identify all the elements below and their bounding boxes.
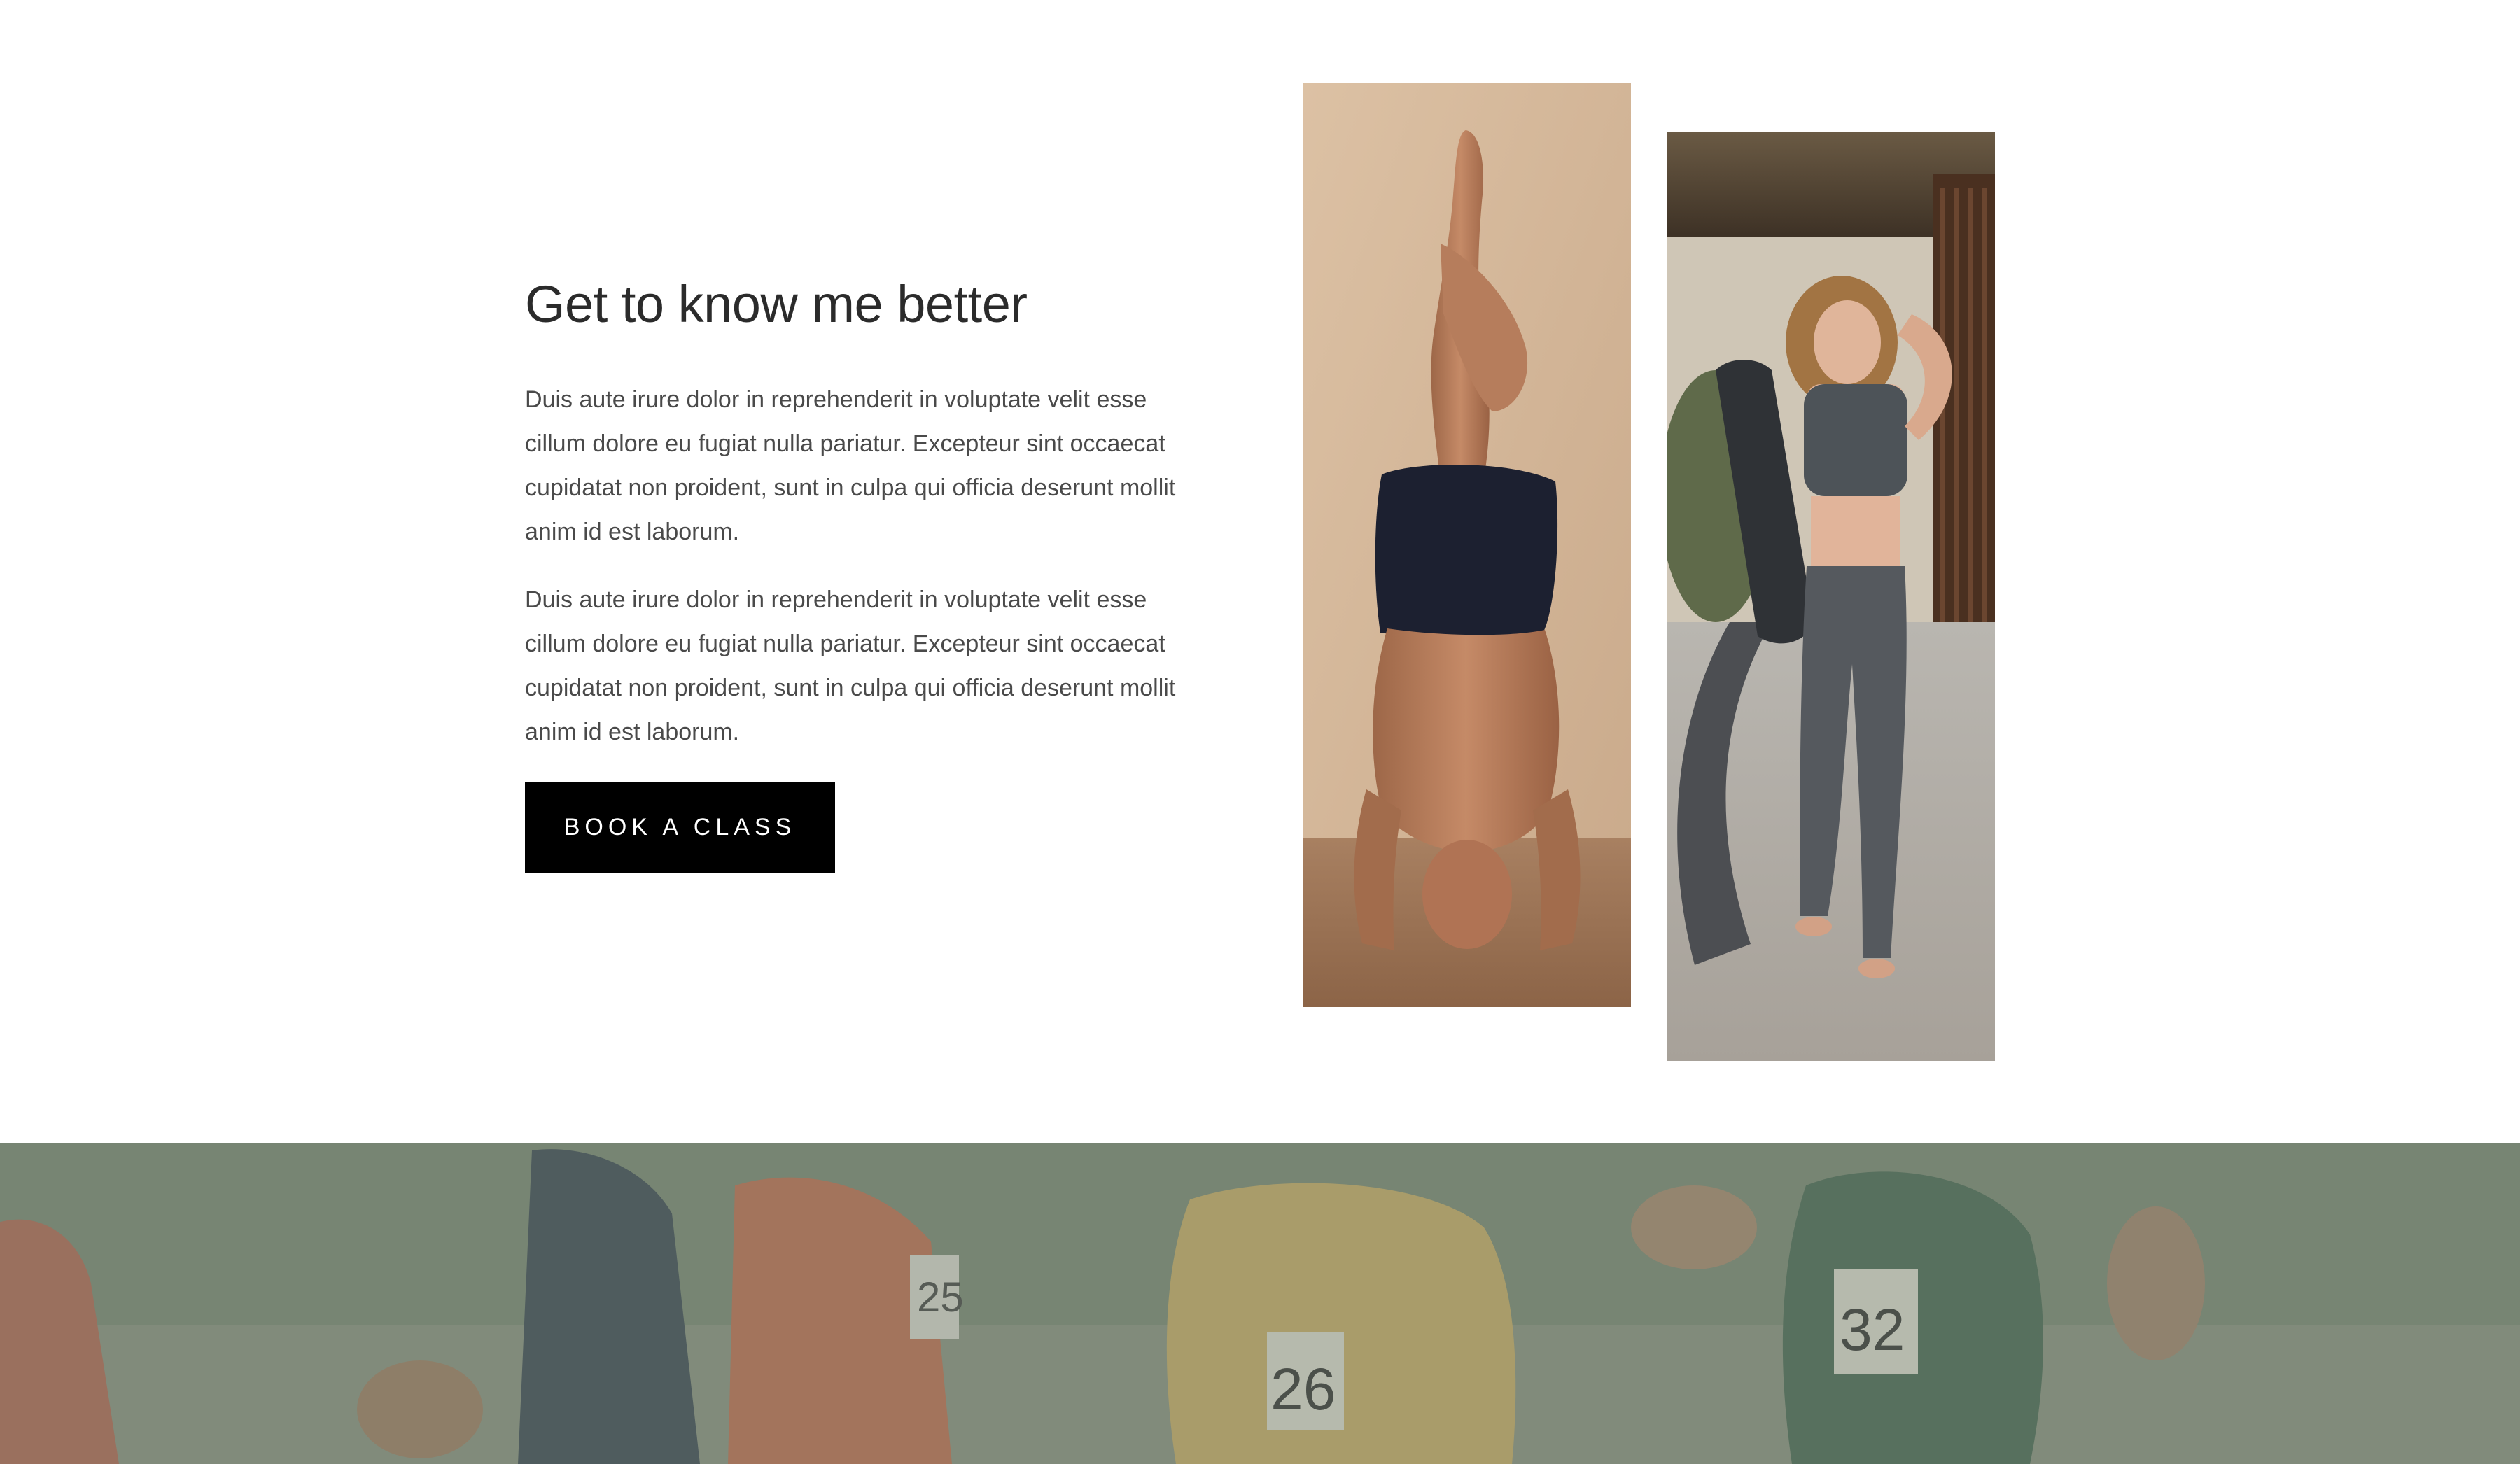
woman-with-yoga-mat-photo [1667,132,1995,1061]
runners-banner: 25 26 32 [0,1143,2520,1464]
about-section: Get to know me better Duis aute irure do… [0,0,2520,1143]
about-paragraph-2: Duis aute irure dolor in reprehenderit i… [525,586,1176,745]
about-paragraph-1: Duis aute irure dolor in reprehenderit i… [525,386,1176,545]
headstand-photo [1303,83,1631,1007]
book-a-class-button[interactable]: BOOK A CLASS [525,782,835,873]
about-title: Get to know me better [525,275,1028,333]
about-text-block: Get to know me better Duis aute irure do… [525,266,1225,754]
runners-photo: 25 26 32 [0,1143,2520,1464]
